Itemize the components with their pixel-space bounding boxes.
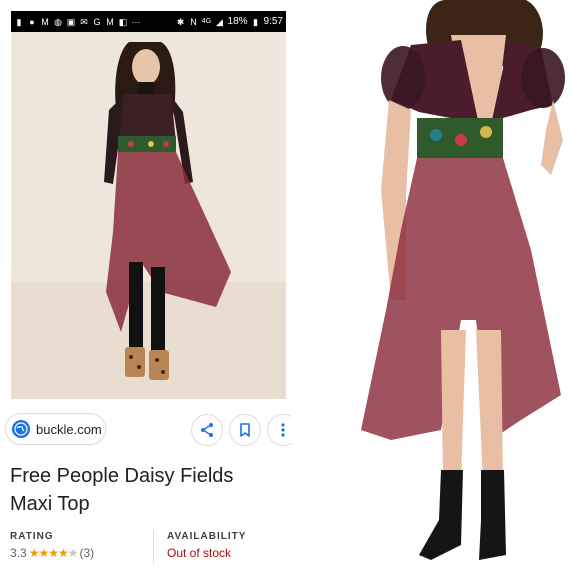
rating-value: 3.3: [10, 546, 27, 560]
google-icon: G: [93, 16, 101, 27]
battery-percent: 18%: [227, 16, 248, 27]
clock: 9:57: [263, 16, 283, 27]
more-notifications-icon: ···: [131, 16, 141, 27]
rating-section: RATING 3.3 ★★★★★ (3): [10, 531, 94, 560]
availability-value: Out of stock: [167, 546, 232, 560]
availability-section: AVAILABILITY Out of stock: [167, 531, 246, 560]
status-bar: ▮ ● M ◍ ▣ ✉ G M ◧ ··· ✱ N 4G ◢ 18% ▮ 9:5…: [11, 11, 286, 32]
nfc-icon: N: [190, 16, 197, 27]
lte-icon: 4G: [201, 17, 212, 25]
availability-label: AVAILABILITY: [167, 531, 247, 542]
star-icon: ★: [28, 546, 40, 560]
save-button[interactable]: [229, 414, 261, 446]
more-vert-icon: [281, 423, 285, 437]
notification-icon: ▮: [16, 16, 22, 27]
model-wearing-top-illustration: [11, 32, 286, 399]
bluetooth-icon: ✱: [176, 16, 185, 27]
more-options-button[interactable]: [267, 414, 291, 446]
product-image[interactable]: [11, 32, 286, 399]
divider: [153, 530, 154, 564]
rating-row: 3.3 ★★★★★ (3): [10, 546, 94, 560]
rating-label: RATING: [10, 531, 54, 542]
gmail-icon: M: [41, 16, 49, 27]
globe-icon: [12, 420, 30, 438]
signal-icon: ◢: [216, 16, 223, 27]
share-icon: [201, 423, 213, 437]
product-title[interactable]: Free People Daisy Fields Maxi Top: [10, 462, 280, 518]
phone-screenshot: ▮ ● M ◍ ▣ ✉ G M ◧ ··· ✱ N 4G ◢ 18% ▮ 9:5…: [0, 0, 291, 580]
gmail-icon: M: [106, 16, 114, 27]
star-empty-icon: ★: [67, 546, 79, 560]
image-icon: ▣: [66, 16, 76, 27]
source-domain: buckle.com: [36, 421, 102, 437]
model-wearing-dress-illustration: [291, 0, 580, 580]
rating-stars: ★★★★★: [28, 546, 79, 560]
bookmark-icon: [240, 423, 250, 437]
product-photo-large: [291, 0, 580, 580]
star-icon: ★: [38, 546, 49, 560]
mail-icon: ✉: [80, 16, 88, 27]
chrome-icon: ◍: [54, 16, 62, 27]
share-button[interactable]: [191, 414, 223, 446]
star-half-icon: ★: [57, 546, 69, 560]
app-icon: ◧: [118, 16, 128, 27]
source-chip[interactable]: buckle.com: [5, 413, 106, 445]
pinterest-icon: ●: [29, 16, 35, 27]
star-icon: ★: [48, 546, 59, 560]
battery-icon: ▮: [253, 16, 258, 27]
rating-count[interactable]: (3): [80, 546, 95, 560]
